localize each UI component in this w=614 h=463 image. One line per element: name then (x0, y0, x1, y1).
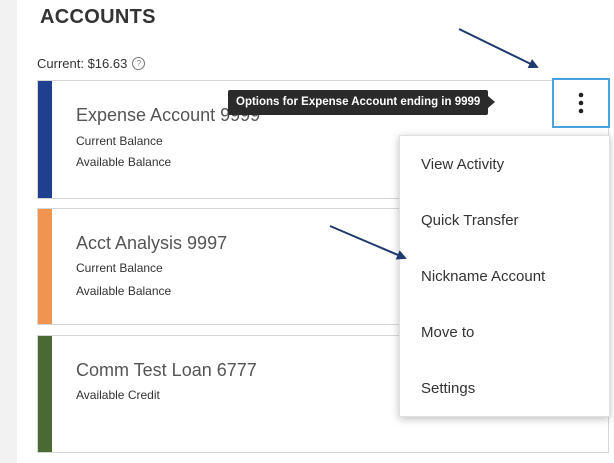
menu-item-settings[interactable]: Settings (421, 380, 475, 397)
account-color-stripe (38, 336, 52, 452)
available-credit-label: Available Credit (76, 388, 160, 402)
account-name[interactable]: Acct Analysis 9997 (76, 233, 227, 254)
current-balance-label: Current Balance (76, 261, 163, 275)
account-options-button[interactable] (552, 78, 610, 128)
left-rail (0, 0, 17, 463)
account-name[interactable]: Comm Test Loan 6777 (76, 360, 257, 381)
menu-item-nickname-account[interactable]: Nickname Account (421, 268, 545, 285)
available-balance-label: Available Balance (76, 155, 172, 169)
menu-item-move-to[interactable]: Move to (421, 324, 474, 341)
kebab-vertical-icon (578, 92, 584, 114)
accounts-heading: ACCOUNTS (40, 6, 156, 28)
current-total: Current: $16.63 ? (37, 56, 146, 71)
account-color-stripe (38, 209, 52, 324)
account-color-stripe (38, 81, 52, 198)
menu-item-view-activity[interactable]: View Activity (421, 156, 504, 173)
current-total-text: Current: $16.63 (37, 56, 128, 71)
menu-item-quick-transfer[interactable]: Quick Transfer (421, 212, 519, 229)
arrow-to-options-button (458, 28, 539, 68)
available-balance-label: Available Balance (76, 284, 172, 298)
question-circle-icon[interactable]: ? (132, 57, 146, 70)
options-tooltip: Options for Expense Account ending in 99… (228, 90, 496, 115)
account-options-menu: View Activity Quick Transfer Nickname Ac… (399, 135, 610, 417)
current-balance-label: Current Balance (76, 134, 163, 148)
